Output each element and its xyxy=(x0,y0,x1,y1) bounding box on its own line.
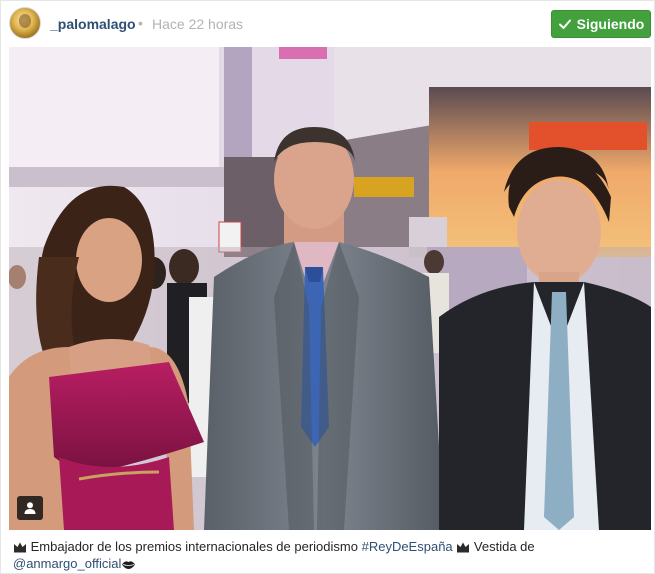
post-time[interactable]: Hace 22 horas xyxy=(152,16,243,32)
user-tag-icon[interactable] xyxy=(17,496,43,520)
mention-link[interactable]: @anmargo_official xyxy=(13,556,121,571)
crown-icon xyxy=(14,542,26,553)
post-photo[interactable] xyxy=(9,47,651,530)
lips-icon xyxy=(122,561,136,569)
check-icon xyxy=(558,19,571,29)
photo-scene xyxy=(9,47,651,530)
following-button[interactable]: Siguiendo xyxy=(551,10,651,38)
person-icon xyxy=(24,502,36,514)
avatar[interactable] xyxy=(9,7,41,39)
following-button-label: Siguiendo xyxy=(576,16,645,32)
instagram-post: _palomalago • Hace 22 horas Siguiendo Em… xyxy=(0,0,655,574)
crown-icon xyxy=(457,542,470,553)
post-header: _palomalago • Hace 22 horas Siguiendo xyxy=(1,1,655,47)
hashtag-link[interactable]: #ReyDeEspaña xyxy=(362,539,453,554)
caption-text-2: Vestida de xyxy=(473,539,535,554)
separator-dot: • xyxy=(138,15,143,31)
caption-text-1: Embajador de los premios internacionales… xyxy=(30,539,362,554)
username-link[interactable]: _palomalago xyxy=(50,16,136,32)
post-caption: Embajador de los premios internacionales… xyxy=(13,538,649,572)
